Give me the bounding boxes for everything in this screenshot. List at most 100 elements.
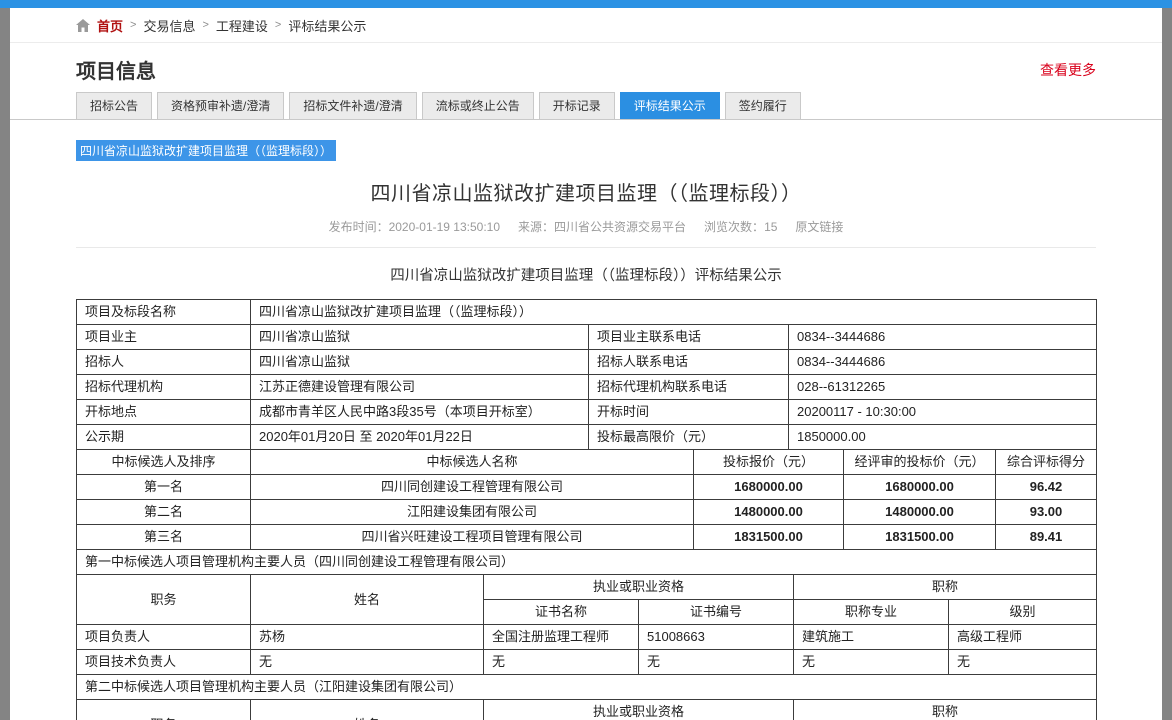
- breadcrumb-trade-info-link[interactable]: 交易信息: [143, 16, 195, 35]
- view-more-link[interactable]: 查看更多: [1040, 60, 1096, 80]
- tab-failed-or-terminated-notice[interactable]: 流标或终止公告: [422, 92, 534, 119]
- candidate-row: 第三名 四川省兴旺建设工程项目管理有限公司 1831500.00 1831500…: [77, 525, 1097, 550]
- table-row: 项目业主 四川省凉山监狱 项目业主联系电话 0834--3444686: [77, 325, 1097, 350]
- selected-announcement-link[interactable]: 四川省凉山监狱改扩建项目监理（（监理标段））: [76, 140, 336, 161]
- personnel-cert-name: 全国注册监理工程师: [484, 625, 639, 650]
- candidate-bid: 1680000.00: [694, 475, 844, 500]
- breadcrumb-home-link[interactable]: 首页: [97, 16, 123, 35]
- personnel-duty: 项目负责人: [77, 625, 251, 650]
- info-value-cell: 028--61312265: [789, 375, 1097, 400]
- info-value-cell: 四川省凉山监狱改扩建项目监理（（监理标段））: [251, 300, 1097, 325]
- personnel-section-title: 第一中标候选人项目管理机构主要人员（四川同创建设工程管理有限公司）: [77, 550, 1097, 575]
- info-value-cell: 1850000.00: [789, 425, 1097, 450]
- source: 来源：四川省公共资源交易平台: [518, 220, 686, 234]
- personnel-level: 无: [949, 650, 1097, 675]
- personnel-major: 建筑施工: [794, 625, 949, 650]
- info-label-cell: 公示期: [77, 425, 251, 450]
- personnel-major: 无: [794, 650, 949, 675]
- breadcrumb-separator: >: [130, 19, 136, 31]
- section-head: 项目信息 查看更多: [76, 43, 1096, 92]
- candidate-score: 96.42: [996, 475, 1097, 500]
- candidate-bid: 1831500.00: [694, 525, 844, 550]
- column-header: 职务: [77, 575, 251, 625]
- info-value-cell: 0834--3444686: [789, 350, 1097, 375]
- candidate-score: 89.41: [996, 525, 1097, 550]
- column-header: 证书名称: [484, 600, 639, 625]
- personnel-header-row: 职务 姓名 执业或职业资格 职称: [77, 700, 1097, 720]
- column-header: 投标报价（元）: [694, 450, 844, 475]
- tab-evaluation-result[interactable]: 评标结果公示: [620, 92, 720, 119]
- table-row: 招标人 四川省凉山监狱 招标人联系电话 0834--3444686: [77, 350, 1097, 375]
- info-label-cell: 开标时间: [589, 400, 789, 425]
- candidates-table: 中标候选人及排序 中标候选人名称 投标报价（元） 经评审的投标价（元） 综合评标…: [76, 449, 1097, 550]
- column-header: 级别: [949, 600, 1097, 625]
- personnel-section-title-row: 第一中标候选人项目管理机构主要人员（四川同创建设工程管理有限公司）: [77, 550, 1097, 575]
- home-icon[interactable]: [76, 19, 90, 32]
- table-row: 开标地点 成都市青羊区人民中路3段35号（本项目开标室） 开标时间 202001…: [77, 400, 1097, 425]
- column-header: 中标候选人名称: [251, 450, 694, 475]
- candidates-header-row: 中标候选人及排序 中标候选人名称 投标报价（元） 经评审的投标价（元） 综合评标…: [77, 450, 1097, 475]
- personnel-header-row: 职务 姓名 执业或职业资格 职称: [77, 575, 1097, 600]
- article-meta: 发布时间：2020-01-19 13:50:10来源：四川省公共资源交易平台浏览…: [76, 218, 1096, 235]
- column-header: 综合评标得分: [996, 450, 1097, 475]
- tab-contract-performance[interactable]: 签约履行: [725, 92, 801, 119]
- info-label-cell: 招标代理机构: [77, 375, 251, 400]
- candidate-reviewed-bid: 1831500.00: [844, 525, 996, 550]
- breadcrumb-separator: >: [275, 19, 281, 31]
- content-area: 四川省凉山监狱改扩建项目监理（（监理标段）） 四川省凉山监狱改扩建项目监理（（监…: [76, 120, 1096, 720]
- info-value-cell: 0834--3444686: [789, 325, 1097, 350]
- page-title: 项目信息: [76, 55, 156, 84]
- divider: [76, 247, 1096, 248]
- info-label-cell: 项目及标段名称: [77, 300, 251, 325]
- tab-prequalification-clarification[interactable]: 资格预审补遗/澄清: [157, 92, 284, 119]
- info-label-cell: 开标地点: [77, 400, 251, 425]
- article-title: 四川省凉山监狱改扩建项目监理（（监理标段））: [76, 177, 1096, 206]
- personnel-cert-name: 无: [484, 650, 639, 675]
- personnel-cert-no: 无: [639, 650, 794, 675]
- candidate-rank: 第二名: [77, 500, 251, 525]
- personnel-row: 项目技术负责人 无 无 无 无 无: [77, 650, 1097, 675]
- project-info-table: 项目及标段名称 四川省凉山监狱改扩建项目监理（（监理标段）） 项目业主 四川省凉…: [76, 299, 1097, 450]
- publish-time: 发布时间：2020-01-19 13:50:10: [329, 220, 500, 234]
- info-label-cell: 招标代理机构联系电话: [589, 375, 789, 400]
- tab-bar-wrap: 招标公告 资格预审补遗/澄清 招标文件补遗/澄清 流标或终止公告 开标记录 评标…: [10, 92, 1162, 120]
- candidate-rank: 第一名: [77, 475, 251, 500]
- candidate-reviewed-bid: 1680000.00: [844, 475, 996, 500]
- candidate-row: 第二名 江阳建设集团有限公司 1480000.00 1480000.00 93.…: [77, 500, 1097, 525]
- table-row: 招标代理机构 江苏正德建设管理有限公司 招标代理机构联系电话 028--6131…: [77, 375, 1097, 400]
- column-header: 职称: [794, 575, 1097, 600]
- table-row: 公示期 2020年01月20日 至 2020年01月22日 投标最高限价（元） …: [77, 425, 1097, 450]
- candidate-score: 93.00: [996, 500, 1097, 525]
- tab-bar: 招标公告 资格预审补遗/澄清 招标文件补遗/澄清 流标或终止公告 开标记录 评标…: [76, 92, 1096, 119]
- info-label-cell: 投标最高限价（元）: [589, 425, 789, 450]
- personnel-section-title: 第二中标候选人项目管理机构主要人员（江阳建设集团有限公司）: [77, 675, 1097, 700]
- tab-bid-opening-record[interactable]: 开标记录: [539, 92, 615, 119]
- personnel-duty: 项目技术负责人: [77, 650, 251, 675]
- tab-bid-announcement[interactable]: 招标公告: [76, 92, 152, 119]
- top-accent-bar: [0, 0, 1172, 8]
- info-value-cell: 四川省凉山监狱: [251, 350, 589, 375]
- column-header: 证书编号: [639, 600, 794, 625]
- personnel-section-title-row: 第二中标候选人项目管理机构主要人员（江阳建设集团有限公司）: [77, 675, 1097, 700]
- column-header: 执业或职业资格: [484, 575, 794, 600]
- original-link[interactable]: 原文链接: [795, 220, 843, 234]
- article-subtitle: 四川省凉山监狱改扩建项目监理（（监理标段））评标结果公示: [76, 264, 1096, 285]
- column-header: 经评审的投标价（元）: [844, 450, 996, 475]
- personnel-name: 苏杨: [251, 625, 484, 650]
- column-header: 职称: [794, 700, 1097, 720]
- candidate-name: 江阳建设集团有限公司: [251, 500, 694, 525]
- info-value-cell: 江苏正德建设管理有限公司: [251, 375, 589, 400]
- tab-bid-doc-clarification[interactable]: 招标文件补遗/澄清: [289, 92, 416, 119]
- breadcrumb-evaluation-result-link[interactable]: 评标结果公示: [288, 16, 366, 35]
- candidate-reviewed-bid: 1480000.00: [844, 500, 996, 525]
- personnel-row: 项目负责人 苏杨 全国注册监理工程师 51008663 建筑施工 高级工程师: [77, 625, 1097, 650]
- info-label-cell: 项目业主: [77, 325, 251, 350]
- column-header: 执业或职业资格: [484, 700, 794, 720]
- column-header: 姓名: [251, 700, 484, 720]
- info-label-cell: 招标人: [77, 350, 251, 375]
- candidate-bid: 1480000.00: [694, 500, 844, 525]
- column-header: 中标候选人及排序: [77, 450, 251, 475]
- candidate-rank: 第三名: [77, 525, 251, 550]
- breadcrumb-engineering-link[interactable]: 工程建设: [216, 16, 268, 35]
- personnel-table-1: 第一中标候选人项目管理机构主要人员（四川同创建设工程管理有限公司） 职务 姓名 …: [76, 549, 1097, 675]
